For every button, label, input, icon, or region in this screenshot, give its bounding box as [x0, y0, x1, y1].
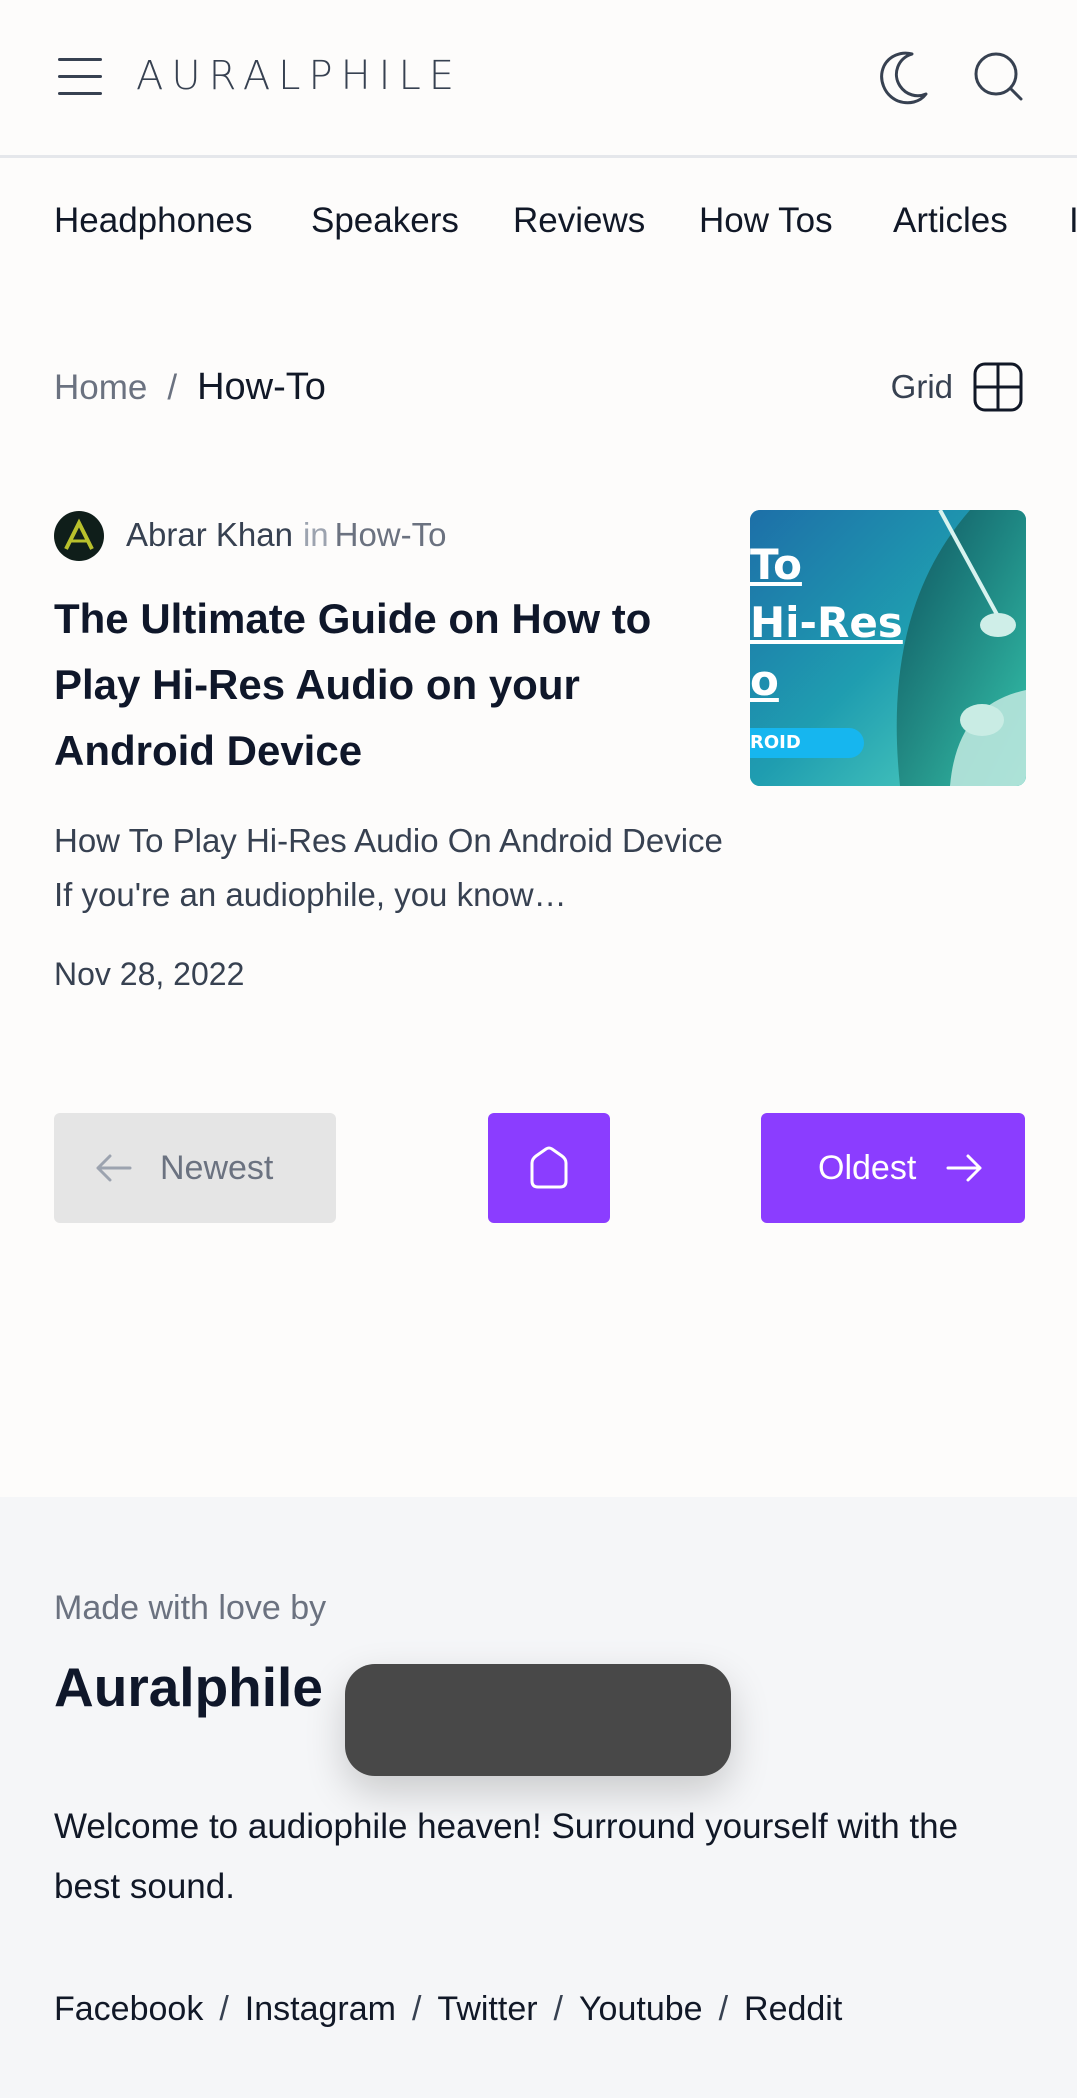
nav-item-speakers[interactable]: Speakers [311, 201, 459, 241]
home-button[interactable] [488, 1113, 610, 1223]
avatar-logo-icon [64, 518, 94, 550]
footer-tagline: Welcome to audiophile heaven! Surround y… [54, 1807, 959, 1906]
oldest-label: Oldest [818, 1148, 917, 1187]
footer-brand[interactable]: Auralphile [54, 1655, 323, 1719]
arrow-left-icon [96, 1154, 132, 1182]
thumbnail-badge: ROID [750, 732, 801, 753]
social-facebook[interactable]: Facebook [54, 1990, 203, 2028]
breadcrumb-separator: / [167, 368, 178, 407]
social-youtube[interactable]: Youtube [579, 1990, 703, 2028]
theme-toggle-button[interactable] [874, 48, 932, 106]
floating-toast[interactable] [345, 1664, 731, 1776]
home-icon [530, 1146, 568, 1189]
hamburger-icon [58, 58, 102, 61]
meta-in-word: in [302, 516, 329, 553]
social-reddit[interactable]: Reddit [744, 1990, 842, 2028]
nav-item-overflow[interactable]: I [1069, 201, 1077, 241]
breadcrumb-current: How-To [197, 366, 326, 408]
menu-button[interactable] [54, 52, 108, 102]
nav-item-articles[interactable]: Articles [893, 201, 1008, 241]
breadcrumb: Home / How-To [54, 362, 326, 412]
nav-item-headphones[interactable]: Headphones [54, 201, 253, 241]
made-with-love-text: Made with love by [54, 1589, 327, 1627]
top-bar: AURALPHILE [0, 0, 1077, 158]
site-footer: Made with love by Auralphile Welcome to … [0, 1497, 1077, 2098]
post-meta: Abrar Khan in How-To [126, 512, 446, 558]
author-name[interactable]: Abrar Khan [126, 516, 293, 553]
search-icon [974, 52, 1023, 101]
grid-view-label: Grid [890, 368, 953, 405]
post-date: Nov 28, 2022 [54, 956, 245, 992]
grid-icon [973, 362, 1023, 412]
moon-icon [880, 51, 928, 105]
post-title[interactable]: The Ultimate Guide on How to Play Hi-Res… [54, 586, 714, 784]
author-avatar[interactable] [54, 511, 104, 561]
search-button[interactable] [969, 48, 1027, 106]
oldest-button[interactable]: Oldest [761, 1113, 1025, 1223]
site-logo[interactable]: AURALPHILE [136, 46, 462, 106]
social-twitter[interactable]: Twitter [437, 1990, 537, 2028]
post-category[interactable]: How-To [335, 516, 447, 553]
arrow-right-icon [946, 1154, 982, 1182]
nav-item-reviews[interactable]: Reviews [513, 201, 645, 241]
thumbnail-text: To Hi-Res o [750, 540, 903, 705]
grid-view-toggle[interactable]: Grid [891, 360, 1023, 414]
breadcrumb-home[interactable]: Home [54, 368, 147, 407]
newest-button[interactable]: Newest [54, 1113, 336, 1223]
newest-label: Newest [160, 1148, 274, 1187]
social-instagram[interactable]: Instagram [245, 1990, 396, 2028]
nav-item-how-tos[interactable]: How Tos [699, 201, 833, 241]
post-thumbnail[interactable]: To Hi-Res o ROID [750, 510, 1026, 786]
social-links: Facebook / Instagram / Twitter / Youtube / Reddi… [54, 1990, 843, 2028]
post-excerpt: How To Play Hi-Res Audio On Android Devi… [54, 822, 723, 913]
category-nav: Headphones Speakers Reviews How Tos Arti… [0, 195, 1077, 255]
